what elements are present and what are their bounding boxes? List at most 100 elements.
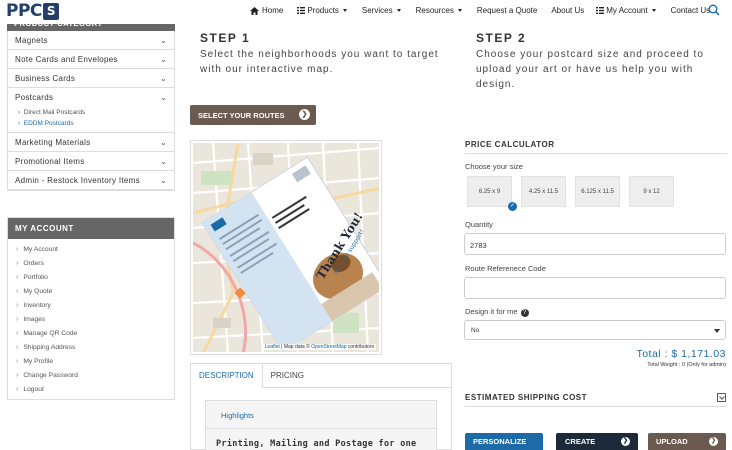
highlights-title[interactable]: Highlights <box>221 411 254 420</box>
step1-description: Select the neighborhoods you want to tar… <box>200 47 439 77</box>
category-label: Magnets <box>15 35 48 45</box>
chevron-down-icon <box>396 9 401 12</box>
chevron-right-icon: › <box>16 343 19 351</box>
account-link-label: Inventory <box>23 301 51 309</box>
account-link-qr-code[interactable]: › Manage QR Code <box>8 326 174 340</box>
divider <box>465 406 727 407</box>
select-routes-label: SELECT YOUR ROUTES <box>198 110 285 120</box>
subcategory-direct-mail[interactable]: › Direct Mail Postcards <box>8 107 174 118</box>
nav-request-quote[interactable]: Request a Quote <box>477 6 537 15</box>
category-label: Postcards <box>15 93 54 102</box>
account-link-label: Shipping Address <box>23 343 76 351</box>
create-button[interactable]: CREATE ❯ <box>556 433 638 450</box>
osm-link[interactable]: OpenStreetMap <box>311 344 346 350</box>
nav-home[interactable]: Home <box>250 6 283 15</box>
size-option[interactable]: 6.125 x 11.5 <box>575 176 620 207</box>
map-canvas[interactable]: Thank You! for your support! Leaflet | M… <box>193 143 379 352</box>
search-icon[interactable] <box>708 4 720 16</box>
step1-line: with our interactive map. <box>200 64 334 75</box>
category-note-cards[interactable]: Note Cards and Envelopes ⌄ <box>8 50 174 69</box>
subcategory-label: Direct Mail Postcards <box>23 109 86 116</box>
tab-pricing[interactable]: PRICING <box>263 364 312 388</box>
check-icon: ✓ <box>508 202 517 211</box>
chevron-right-icon: › <box>16 273 19 281</box>
list-icon <box>297 7 306 14</box>
nav-products[interactable]: Products <box>297 6 347 15</box>
step2-line: design. <box>476 79 516 90</box>
subcategory-eddm[interactable]: › EDDM Postcards <box>8 118 174 129</box>
brand-logo[interactable]: PPC S <box>6 1 59 21</box>
category-label: Admin - Restock Inventory Items <box>15 175 140 185</box>
total-weight: Total Weight : 0 (Only for admin) <box>647 362 726 368</box>
category-promotional-items[interactable]: Promotional Items ⌄ <box>8 152 174 171</box>
nav-account-label: My Account <box>606 6 648 15</box>
upload-button[interactable]: UPLOAD ❯ <box>648 433 726 450</box>
product-category-panel: PRODUCT CATEGORY Magnets⌄ Note Cards and… <box>7 16 175 191</box>
account-link-my-quote[interactable]: › My Quote <box>8 284 174 298</box>
subcategory-label: EDDM Postcards <box>23 120 74 127</box>
nav-about-label: About Us <box>551 6 585 15</box>
tab-description[interactable]: DESCRIPTION <box>191 363 263 388</box>
account-link-label: Change Password <box>23 371 78 379</box>
account-link-my-account[interactable]: › My Account <box>8 242 174 256</box>
route-code-input[interactable] <box>464 277 726 299</box>
chevron-right-icon: › <box>16 315 19 323</box>
account-link-portfolio[interactable]: › Portfolio <box>8 270 174 284</box>
design-label-text: Design it for me <box>465 307 518 316</box>
nav-services[interactable]: Services <box>362 6 401 15</box>
nav-about[interactable]: About Us <box>551 6 584 15</box>
chevron-down-icon: ⌄ <box>159 73 167 83</box>
shipping-title: ESTIMATED SHIPPING COST <box>465 393 588 402</box>
chevron-right-icon: › <box>16 329 19 337</box>
quantity-input[interactable]: 2783 <box>464 233 726 255</box>
size-option-selected[interactable]: 6.25 x 9 ✓ <box>467 176 517 211</box>
chevron-down-icon: ⌄ <box>159 137 167 147</box>
size-option[interactable]: 4.25 x 11.5 <box>521 176 566 207</box>
map-attr-text: | Map data © <box>281 344 310 350</box>
select-routes-button[interactable]: SELECT YOUR ROUTES ❯ <box>190 105 316 125</box>
expand-icon[interactable] <box>717 393 726 402</box>
nav-resources[interactable]: Resources <box>416 6 462 15</box>
design-select[interactable]: No <box>464 320 726 340</box>
account-link-shipping-address[interactable]: › Shipping Address <box>8 340 174 354</box>
question-icon[interactable]: ? <box>520 309 529 317</box>
chevron-down-icon <box>457 9 462 12</box>
chevron-right-icon: › <box>16 385 19 393</box>
category-marketing-materials[interactable]: Marketing Materials ⌄ <box>8 133 174 152</box>
nav-my-account[interactable]: My Account <box>596 6 656 15</box>
personalize-button[interactable]: PERSONALIZE <box>465 433 543 450</box>
chevron-down-icon: ⌄ <box>159 54 167 64</box>
map-attribution: Leaflet | Map data © OpenStreetMap contr… <box>262 344 376 350</box>
account-link-orders[interactable]: › Orders <box>8 256 174 270</box>
category-admin-restock[interactable]: Admin - Restock Inventory Items ⌄ <box>8 171 174 190</box>
category-list: Magnets ⌄ Note Cards and Envelopes ⌄ Busin… <box>7 31 175 191</box>
chevron-right-circle-icon: ❯ <box>299 109 310 120</box>
nav-contact[interactable]: Contact Us <box>671 6 711 15</box>
chevron-down-icon <box>651 9 656 12</box>
category-postcards[interactable]: Postcards ⌄ <box>8 88 174 107</box>
route-map-preview[interactable]: Thank You! for your support! Leaflet | M… <box>190 140 382 355</box>
map-attr-tail: contributors <box>347 344 374 350</box>
account-link-label: Orders <box>23 259 44 267</box>
chevron-right-icon: › <box>16 287 19 295</box>
size-option[interactable]: 9 x 12 <box>629 176 674 207</box>
choose-size-label: Choose your size <box>465 162 523 171</box>
nav-home-label: Home <box>262 6 284 15</box>
account-link-change-password[interactable]: › Change Password <box>8 368 174 382</box>
size-label: 4.25 x 11.5 <box>528 188 559 195</box>
leaflet-link[interactable]: Leaflet <box>265 344 280 350</box>
chevron-right-circle-icon: ❯ <box>621 437 630 446</box>
chevron-right-icon: › <box>16 245 19 253</box>
step2-title: STEP 2 <box>476 31 527 45</box>
step1-title: STEP 1 <box>200 31 251 45</box>
size-label: 6.125 x 11.5 <box>581 188 614 195</box>
account-link-images[interactable]: › Images <box>8 312 174 326</box>
quantity-label: Quantity <box>465 220 493 229</box>
category-magnets[interactable]: Magnets ⌄ <box>8 31 174 50</box>
account-link-my-profile[interactable]: › My Profile <box>8 354 174 368</box>
logo-box: S <box>42 2 59 20</box>
account-link-inventory[interactable]: › Inventory <box>8 298 174 312</box>
category-business-cards[interactable]: Business Cards ⌄ <box>8 69 174 88</box>
nav-quote-label: Request a Quote <box>476 6 538 15</box>
account-link-logout[interactable]: › Logout <box>8 382 174 396</box>
